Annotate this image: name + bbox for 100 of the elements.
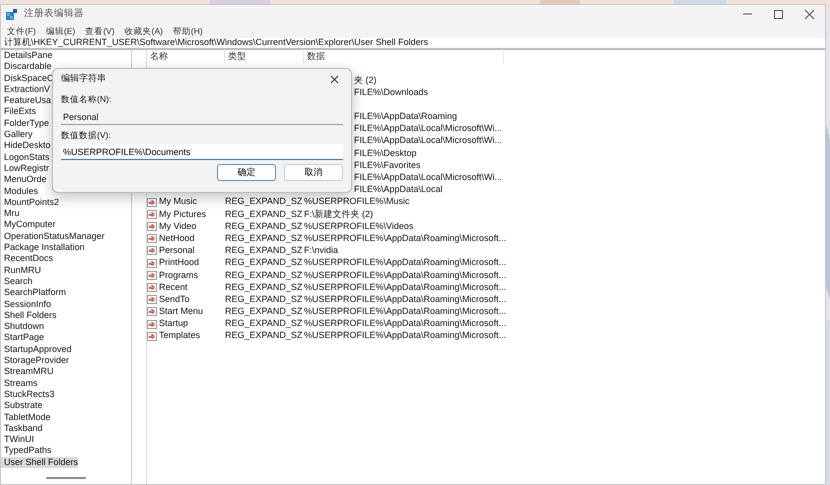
tree-item[interactable]: User Shell Folders (1, 456, 78, 468)
tree-item[interactable]: ExtractionV (1, 84, 50, 96)
menu-item[interactable]: 帮助(H) (172, 24, 203, 38)
tree-item[interactable]: TypedPaths (1, 445, 52, 457)
column-header[interactable]: 数据 (304, 49, 504, 63)
tree-item[interactable]: Streams (1, 378, 38, 389)
string-value-icon (147, 270, 157, 280)
tree-item[interactable]: HideDeskto (1, 140, 51, 152)
tree-item[interactable]: RunMRU (1, 264, 42, 276)
value-data: FILE%\AppData\Local (354, 183, 443, 196)
value-name[interactable]: NetHood (159, 232, 195, 246)
value-name[interactable]: My Pictures (159, 208, 206, 222)
tree-item[interactable]: Shutdown (1, 321, 44, 332)
address-path[interactable]: 计算机\HKEY_CURRENT_USER\Software\Microsoft\Windows\CurrentVersion\Explorer\User Shell Folders (4, 36, 428, 50)
tree-item[interactable]: TWinUI (1, 434, 34, 446)
value-type: REG_EXPAND_SZ (225, 305, 304, 318)
menu-item[interactable]: 收藏夹(A) (124, 24, 163, 38)
tree-item[interactable]: LowRegistr (1, 162, 50, 174)
menu-item[interactable]: 查看(V) (85, 24, 115, 38)
tree-item[interactable]: Package Installation (1, 242, 85, 254)
value-name[interactable]: Programs (159, 268, 198, 282)
value-data-field[interactable]: %USERPROFILE%\Documents (61, 144, 343, 160)
field-label: 数值数据(V): (61, 128, 111, 142)
value-name-field: Personal (61, 108, 343, 124)
tree-item[interactable]: DiskSpaceC (1, 72, 54, 84)
tree-item[interactable]: StuckRects3 (1, 388, 55, 400)
value-type: REG_EXPAND_SZ (225, 256, 304, 270)
menu-item[interactable]: 编辑(E) (46, 24, 76, 38)
dialog-button[interactable]: 确定 (217, 164, 276, 181)
maximize-icon (773, 9, 784, 20)
scrollbar-thumb[interactable] (46, 477, 86, 479)
value-data: %USERPROFILE%\AppData\Roaming\Microsoft... (304, 232, 506, 245)
string-value-icon (147, 246, 157, 256)
value-name[interactable]: Templates (159, 329, 200, 343)
tree-item[interactable]: FeatureUsa (1, 95, 52, 106)
value-type: REG_EXPAND_SZ (225, 232, 304, 245)
string-value-icon (147, 295, 157, 304)
tree-item[interactable]: StartPage (1, 332, 44, 344)
tree-item[interactable]: StartupApproved (1, 344, 72, 356)
tree-item[interactable]: SearchPlatform (1, 287, 66, 299)
tree-item[interactable]: LogonStats (1, 152, 50, 163)
value-name[interactable]: My Video (159, 220, 196, 234)
value-name[interactable]: Startup (159, 317, 188, 331)
tree-item[interactable]: StorageProvider (1, 355, 70, 366)
tree-item[interactable]: Taskband (1, 422, 43, 434)
tree-item[interactable]: RecentDocs (1, 253, 54, 265)
value-type: REG_EXPAND_SZ (225, 268, 304, 282)
value-data: FILE%\AppData\Local\Microsoft\Wi... (354, 134, 502, 148)
tree-item[interactable]: OperationStatusManager (1, 230, 105, 242)
tree-item[interactable]: MyComputer (1, 219, 56, 231)
tree-item[interactable]: Modules (1, 186, 38, 197)
value-data: %USERPROFILE%\AppData\Roaming\Microsoft... (304, 268, 506, 282)
value-name[interactable]: Recent (159, 280, 188, 294)
value-name[interactable]: Personal (159, 244, 195, 258)
value-data: %USERPROFILE%\Videos (304, 220, 414, 233)
value-name[interactable]: Start Menu (159, 305, 204, 319)
tree-item[interactable]: Gallery (1, 129, 33, 140)
column-header[interactable]: 名称 (147, 49, 225, 63)
string-value-icon (147, 282, 157, 292)
tree-item[interactable]: MenuOrde (1, 174, 47, 186)
menu-item[interactable]: 文件(F) (7, 24, 36, 38)
string-value-icon (147, 307, 157, 316)
value-data: %USERPROFILE%\AppData\Roaming\Microsoft... (304, 256, 506, 270)
registry-icon (6, 9, 17, 20)
tree-item[interactable]: MountPoints2 (1, 196, 60, 208)
tree-item[interactable]: FolderType (1, 118, 50, 130)
value-type: REG_EXPAND_SZ (225, 292, 304, 306)
tree-item[interactable]: DetailsPane (1, 50, 53, 62)
tree-item[interactable]: StreamMRU (1, 366, 54, 378)
tree-item[interactable]: Discardable (1, 61, 52, 73)
value-type: REG_EXPAND_SZ (225, 208, 304, 221)
value-data: %USERPROFILE%\Music (304, 195, 410, 208)
tree-item[interactable]: Search (1, 276, 33, 288)
close-icon (804, 9, 815, 20)
value-data: FILE%\AppData\Local\Microsoft\Wi... (354, 122, 502, 136)
dialog-button[interactable]: 取消 (284, 164, 343, 181)
tree-item[interactable]: Substrate (1, 400, 43, 412)
dialog-title: 编辑字符串 (61, 72, 106, 86)
value-data: %USERPROFILE%\AppData\Roaming\Microsoft... (304, 305, 506, 318)
string-value-icon (147, 332, 157, 341)
value-type: REG_EXPAND_SZ (225, 280, 304, 294)
value-name[interactable]: SendTo (159, 292, 190, 306)
value-name[interactable]: PrintHood (159, 256, 200, 270)
tree-item[interactable]: SessionInfo (1, 298, 52, 310)
string-value-icon (147, 210, 157, 219)
value-type: REG_EXPAND_SZ (225, 329, 304, 342)
value-data: F:\新建文件夹 (2) (304, 208, 373, 221)
column-header[interactable]: 类型 (225, 49, 304, 63)
tree-item[interactable]: TabletMode (1, 412, 51, 423)
field-label: 数值名称(N): (61, 93, 112, 106)
value-type: REG_EXPAND_SZ (225, 317, 304, 330)
value-type: REG_EXPAND_SZ (225, 244, 304, 258)
tree-item[interactable]: Shell Folders (1, 310, 57, 322)
tree-item[interactable]: FileExts (1, 106, 36, 118)
string-value-icon (147, 198, 157, 207)
tree-item[interactable]: Mru (1, 208, 20, 220)
value-data: %USERPROFILE%\AppData\Roaming\Microsoft... (304, 280, 506, 294)
value-name[interactable]: My Music (159, 195, 197, 209)
close-icon (330, 74, 338, 84)
value-data: FILE%\Downloads (354, 86, 428, 99)
